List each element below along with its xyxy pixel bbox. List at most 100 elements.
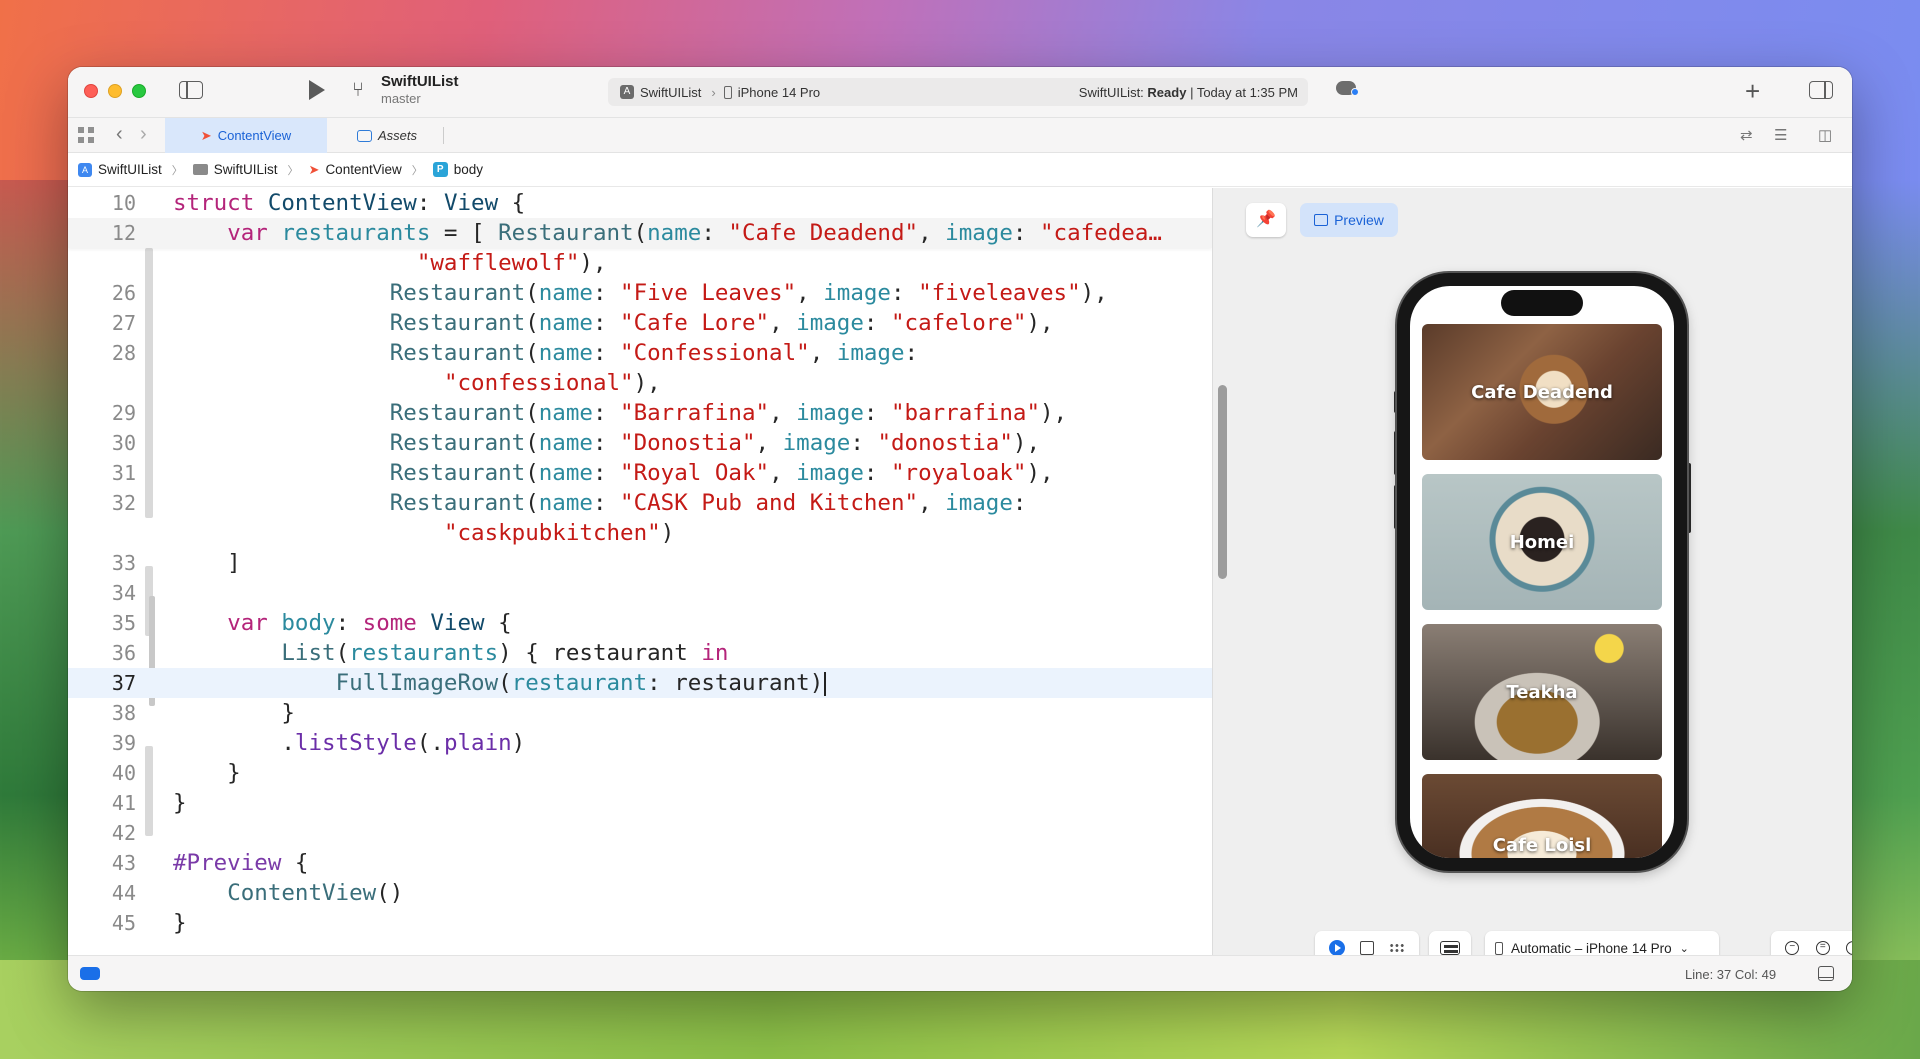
source-editor[interactable]: 10 struct ContentView: View { 12 var res… <box>68 188 1212 955</box>
tab-label: ContentView <box>217 128 292 143</box>
selectable-mode-icon[interactable] <box>1359 941 1374 955</box>
editor-options-icon[interactable]: ☰ <box>1774 126 1787 144</box>
project-icon: A <box>78 162 92 177</box>
list-item[interactable]: Teakha <box>1422 624 1662 760</box>
code-line: 45 } <box>68 908 1212 938</box>
editor-scrollbar[interactable] <box>1218 385 1227 579</box>
chevron-down-icon: ⌄ <box>1679 942 1689 955</box>
variants-icon[interactable] <box>1389 943 1406 953</box>
code-line: 41 } <box>68 788 1212 818</box>
restaurant-name: Cafe Loisl <box>1492 835 1592 856</box>
breadcrumb-file[interactable]: ➤ ContentView <box>309 162 402 178</box>
navigator-toggle-icon[interactable] <box>179 81 203 99</box>
back-icon[interactable]: ‹ <box>116 123 123 146</box>
split-editor-icon[interactable]: ◫ <box>1818 126 1832 144</box>
line-number: 42 <box>111 821 136 845</box>
line-number: 45 <box>111 911 136 935</box>
minimize-window-button[interactable] <box>108 84 122 98</box>
breadcrumb-project[interactable]: A SwiftUIList <box>78 162 162 177</box>
dynamic-island <box>1501 290 1583 316</box>
code-line: 40 } <box>68 758 1212 788</box>
branch-icon: ⑂ <box>352 79 364 101</box>
window-controls <box>84 84 146 98</box>
code-line: 31 Restaurant(name: "Royal Oak", image: … <box>68 458 1212 488</box>
tab-assets[interactable]: Assets <box>343 118 431 153</box>
zoom-window-button[interactable] <box>132 84 146 98</box>
code-line: 39 .listStyle(.plain) <box>68 728 1212 758</box>
line-number: 32 <box>111 491 136 515</box>
project-name: SwiftUIList <box>381 73 459 90</box>
inspector-toggle-icon[interactable] <box>1809 81 1833 99</box>
code-line: 32 Restaurant(name: "CASK Pub and Kitche… <box>68 488 1212 518</box>
line-number: 12 <box>111 221 136 245</box>
line-number: 40 <box>111 761 136 785</box>
related-items-icon[interactable] <box>78 127 94 143</box>
line-number: 43 <box>111 851 136 875</box>
device-settings-icon <box>1440 941 1460 955</box>
line-number: 31 <box>111 461 136 485</box>
code-line: 44 ContentView() <box>68 878 1212 908</box>
tab-contentview[interactable]: ➤ ContentView <box>165 118 327 153</box>
pin-preview-button[interactable]: 📌 <box>1246 203 1286 237</box>
code-line: 35 var body: some View { <box>68 608 1212 638</box>
line-number: 34 <box>111 581 136 605</box>
line-number: 36 <box>111 641 136 665</box>
line-number: 38 <box>111 701 136 725</box>
code-line: 12 var restaurants = [ Restaurant(name: … <box>68 218 1212 248</box>
status-bar: Line: 37 Col: 49 <box>68 955 1852 991</box>
asset-catalog-icon <box>357 129 372 142</box>
run-destination-selector[interactable]: iPhone 14 Pro <box>723 84 821 100</box>
list-item[interactable]: Cafe Loisl <box>1422 774 1662 858</box>
current-code-line: 37 FullImageRow(restaurant: restaurant) <box>68 668 1212 698</box>
code-line: 30 Restaurant(name: "Donostia", image: "… <box>68 428 1212 458</box>
project-info[interactable]: SwiftUIList master <box>381 73 459 106</box>
code-line: 38 } <box>68 698 1212 728</box>
code-line: 29 Restaurant(name: "Barrafina", image: … <box>68 398 1212 428</box>
scheme-selector[interactable]: A SwiftUIList › <box>620 85 724 100</box>
zoom-fit-icon[interactable]: · <box>1846 941 1852 955</box>
tab-bar: ‹ › ➤ ContentView Assets ⇄ ☰ ◫ <box>68 117 1852 153</box>
text-cursor <box>824 671 827 696</box>
branch-name: master <box>381 91 421 106</box>
phone-screen[interactable]: Cafe Deadend Homei Teakha Cafe Loisl <box>1410 286 1674 858</box>
preview-label: Preview <box>1334 212 1384 228</box>
breadcrumb-label: SwiftUIList <box>98 162 162 177</box>
jump-bar: A SwiftUIList 〉 SwiftUIList 〉 ➤ ContentV… <box>68 153 1852 187</box>
tab-label: Assets <box>378 128 418 143</box>
build-status: SwiftUIList: Ready | Today at 1:35 PM <box>1079 85 1298 100</box>
zoom-100-icon[interactable]: = <box>1815 941 1830 955</box>
phone-power-button <box>1687 463 1691 533</box>
close-window-button[interactable] <box>84 84 98 98</box>
zoom-out-icon[interactable]: − <box>1785 941 1800 955</box>
tab-divider <box>443 127 444 144</box>
iphone-icon <box>723 85 732 99</box>
run-button[interactable] <box>309 80 325 100</box>
add-library-button[interactable]: + <box>1745 76 1760 107</box>
line-number: 37 <box>111 671 136 695</box>
run-destination-name: iPhone 14 Pro <box>737 84 821 100</box>
line-number: 39 <box>111 731 136 755</box>
sticky-scope-header: 10 struct ContentView: View { 12 var res… <box>68 188 1212 248</box>
line-number: 41 <box>111 791 136 815</box>
line-number: 30 <box>111 431 136 455</box>
status-time: | Today at 1:35 PM <box>1190 84 1298 100</box>
list-item[interactable]: Homei <box>1422 474 1662 610</box>
status-state: Ready <box>1147 84 1187 100</box>
breadcrumb-symbol[interactable]: P body <box>432 162 483 177</box>
swap-editor-icon[interactable]: ⇄ <box>1740 126 1753 144</box>
issue-indicator-icon[interactable] <box>80 967 100 980</box>
chevron-right-icon: 〉 <box>171 164 183 177</box>
breadcrumb-label: ContentView <box>325 162 402 177</box>
code-line: 34 <box>68 578 1212 608</box>
swift-file-icon: ➤ <box>200 127 212 143</box>
live-preview-icon[interactable] <box>1328 940 1345 956</box>
list-item[interactable]: Cafe Deadend <box>1422 324 1662 460</box>
preview-button[interactable]: Preview <box>1300 203 1398 237</box>
scheme-name: SwiftUIList <box>640 84 702 100</box>
pin-icon: 📌 <box>1256 211 1276 228</box>
chevron-right-icon: 〉 <box>411 164 423 177</box>
debug-area-toggle-icon[interactable] <box>1818 966 1834 981</box>
forward-icon[interactable]: › <box>140 123 147 146</box>
restaurant-name: Cafe Deadend <box>1471 381 1613 403</box>
breadcrumb-folder[interactable]: SwiftUIList <box>192 162 278 177</box>
